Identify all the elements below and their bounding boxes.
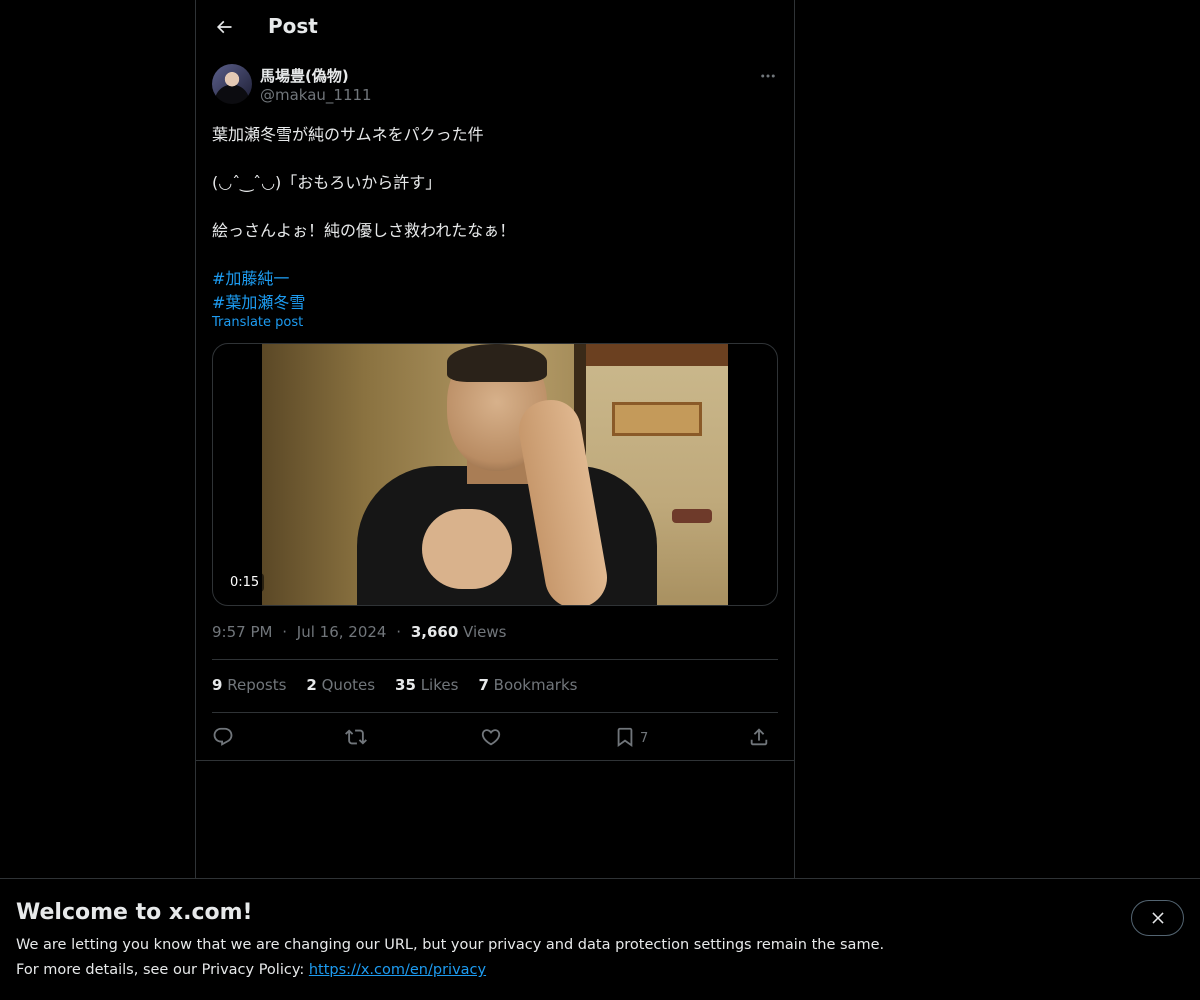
hashtag-link[interactable]: #葉加瀬冬雪 bbox=[212, 289, 305, 313]
heart-icon bbox=[481, 729, 501, 746]
post-header: Post bbox=[196, 0, 794, 54]
close-banner-button[interactable] bbox=[1131, 900, 1184, 936]
banner-text: We are letting you know that we are chan… bbox=[16, 937, 885, 953]
bookmarks-count: 7 bbox=[478, 676, 489, 694]
quotes-label: Quotes bbox=[321, 676, 376, 694]
author-display-name[interactable]: 馬場豊(偽物) bbox=[260, 65, 349, 86]
reply-button[interactable] bbox=[212, 722, 234, 752]
more-horizontal-icon bbox=[761, 74, 775, 78]
meta-separator: · bbox=[396, 623, 402, 641]
close-icon bbox=[1151, 912, 1164, 924]
post-text-line: 絵っさんよぉ！純の優しさ救われたなぁ！ bbox=[212, 221, 516, 240]
reposts-stat[interactable]: 9 Reposts bbox=[212, 676, 286, 694]
post-stats: 9 Reposts 2 Quotes 35 Likes 7 Bookmarks bbox=[212, 676, 577, 694]
reposts-count: 9 bbox=[212, 676, 223, 694]
bookmark-count: 7 bbox=[640, 731, 649, 746]
video-player[interactable]: 0:15 bbox=[212, 343, 778, 606]
bookmarks-label: Bookmarks bbox=[493, 676, 578, 694]
divider bbox=[212, 659, 778, 660]
reposts-label: Reposts bbox=[227, 676, 287, 694]
quotes-count: 2 bbox=[306, 676, 317, 694]
likes-count: 35 bbox=[395, 676, 416, 694]
post-text-line: 葉加瀬冬雪が純のサムネをパクった件 bbox=[212, 125, 484, 144]
back-button[interactable] bbox=[206, 9, 242, 45]
post-time[interactable]: 9:57 PM bbox=[212, 623, 272, 641]
page-title: Post bbox=[268, 14, 318, 38]
post-date[interactable]: Jul 16, 2024 bbox=[297, 623, 387, 641]
quotes-stat[interactable]: 2 Quotes bbox=[306, 676, 375, 694]
hashtag-link[interactable]: #加藤純一 bbox=[212, 265, 289, 289]
post-meta: 9:57 PM · Jul 16, 2024 · 3,660 Views bbox=[212, 623, 506, 641]
divider bbox=[212, 712, 778, 713]
arrow-left-icon bbox=[216, 20, 232, 34]
views-label: Views bbox=[463, 623, 507, 641]
views-count: 3,660 bbox=[410, 623, 459, 641]
url-change-banner: Welcome to x.com! We are letting you kno… bbox=[0, 878, 1200, 1000]
author-handle[interactable]: @makau_1111 bbox=[260, 86, 372, 104]
bookmarks-stat[interactable]: 7 Bookmarks bbox=[478, 676, 577, 694]
primary-column: Post 馬場豊(偽物) @makau_1111 葉加瀬冬雪が純のサムネをパクっ… bbox=[195, 0, 795, 1000]
action-bar: 7 bbox=[212, 722, 778, 752]
reply-icon bbox=[213, 727, 233, 746]
banner-text-prefix: For more details, see our Privacy Policy… bbox=[16, 962, 309, 978]
bookmark-button[interactable]: 7 bbox=[614, 722, 648, 752]
video-thumbnail bbox=[262, 344, 728, 605]
privacy-policy-link[interactable]: https://x.com/en/privacy bbox=[309, 962, 486, 978]
more-options-button[interactable] bbox=[752, 60, 784, 92]
repost-icon bbox=[345, 729, 367, 745]
repost-button[interactable] bbox=[345, 722, 367, 752]
like-button[interactable] bbox=[480, 722, 502, 752]
likes-label: Likes bbox=[420, 676, 459, 694]
video-duration-badge: 0:15 bbox=[225, 573, 265, 592]
likes-stat[interactable]: 35 Likes bbox=[395, 676, 458, 694]
share-button[interactable] bbox=[748, 722, 770, 752]
post-text-line: (◡ˆ‿ˆ◡)「おもろいから許す」 bbox=[212, 173, 442, 192]
meta-separator: · bbox=[282, 623, 288, 641]
translate-post-link[interactable]: Translate post bbox=[212, 315, 303, 330]
avatar[interactable] bbox=[212, 64, 252, 104]
banner-text: For more details, see our Privacy Policy… bbox=[16, 962, 486, 978]
banner-title: Welcome to x.com! bbox=[16, 900, 253, 925]
divider bbox=[196, 760, 794, 761]
bookmark-icon bbox=[617, 727, 633, 748]
share-icon bbox=[750, 728, 768, 746]
